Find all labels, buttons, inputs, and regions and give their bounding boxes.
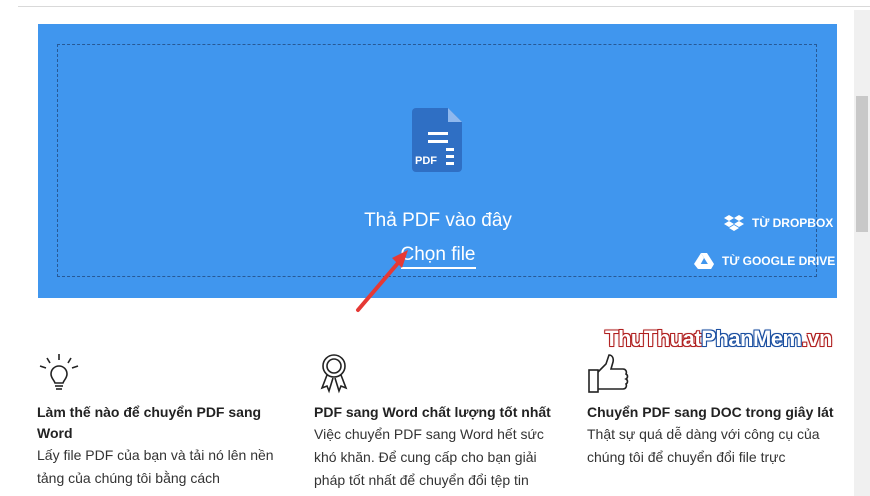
feature-text: Việc chuyển PDF sang Word hết sức khó kh…: [314, 426, 544, 488]
dropbox-label[interactable]: TỪ DROPBOX: [752, 216, 833, 230]
google-drive-icon: [694, 253, 714, 269]
scrollbar-thumb[interactable]: [856, 96, 868, 232]
award-ribbon-icon: [320, 354, 348, 394]
dropbox-icon: [724, 215, 744, 231]
feature-title: Làm thế nào để chuyển PDF sang Word: [37, 404, 262, 441]
from-google-drive-button[interactable]: TỪ GOOGLE DRIVE: [694, 253, 835, 269]
feature-title: Chuyển PDF sang DOC trong giây lát: [587, 404, 834, 420]
feature-title: PDF sang Word chất lượng tốt nhất: [314, 404, 551, 420]
watermark-logo: ThuThuatPhanMem.vn: [605, 326, 832, 352]
feature-text: Thật sự quá dễ dàng với công cụ của chún…: [587, 426, 820, 465]
pdf-badge: PDF: [415, 155, 437, 167]
feature-text: Lấy file PDF của bạn và tải nó lên nền t…: [37, 447, 274, 486]
feature-how-to: Làm thế nào để chuyển PDF sang Word Lấy …: [37, 352, 287, 490]
from-dropbox-button[interactable]: TỪ DROPBOX: [724, 215, 833, 231]
watermark-part1: ThuThuat: [605, 326, 702, 351]
feature-speed: Chuyển PDF sang DOC trong giây lát Thật …: [587, 352, 837, 469]
feature-quality: PDF sang Word chất lượng tốt nhất Việc c…: [314, 352, 564, 492]
vertical-scrollbar[interactable]: [854, 10, 870, 496]
drop-instruction: Thả PDF vào đây: [364, 210, 512, 231]
thumbs-up-icon: [588, 354, 629, 393]
pdf-file-icon: PDF: [412, 108, 462, 172]
watermark-part2: PhanMem: [701, 326, 802, 351]
watermark-part3: .vn: [801, 326, 833, 351]
file-drop-zone[interactable]: PDF Thả PDF vào đây Chọn file TỪ DROPBOX…: [38, 24, 837, 298]
lightbulb-icon: [39, 354, 79, 390]
google-drive-label[interactable]: TỪ GOOGLE DRIVE: [722, 254, 835, 268]
window-top-border: [18, 6, 870, 7]
annotation-arrow: [356, 250, 408, 312]
